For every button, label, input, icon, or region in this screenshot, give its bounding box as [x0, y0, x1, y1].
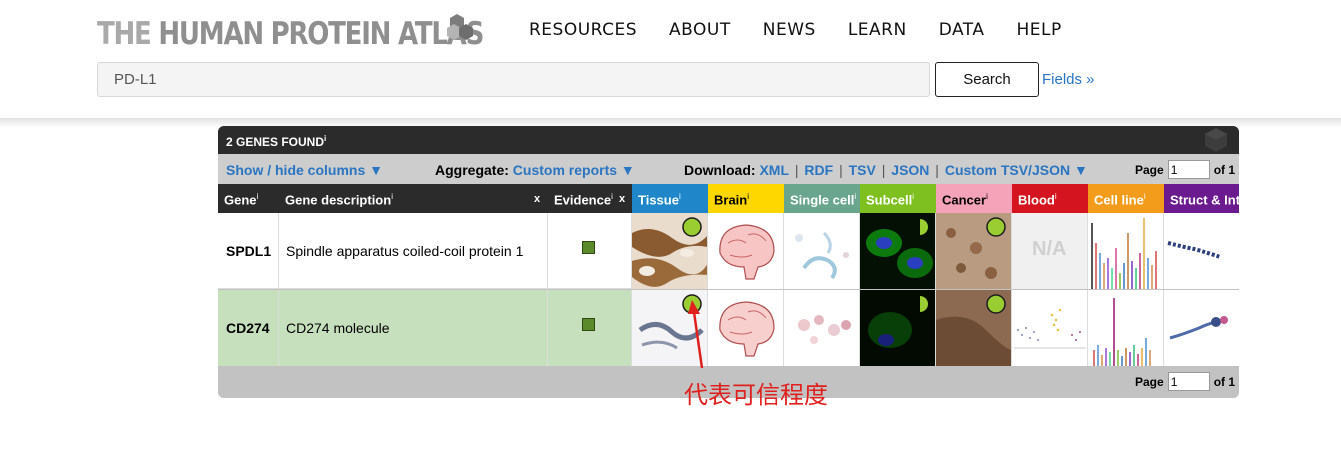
protein-structure-icon [1164, 290, 1239, 366]
evidence-square-icon [582, 318, 595, 331]
nav-news[interactable]: NEWS [763, 20, 816, 40]
col-tissue[interactable]: Tissuei [632, 184, 708, 213]
logo-text: THE HUMAN PROTEIN ATLAS [97, 16, 484, 52]
table-row[interactable]: CD274 CD274 molecule [218, 290, 1239, 366]
info-icon[interactable]: i [324, 134, 326, 143]
cell-line-chart-icon [1088, 290, 1163, 366]
page-of-label: of 1 [1213, 162, 1236, 177]
col-cell-line[interactable]: Cell linei [1088, 184, 1164, 213]
col-single-cell[interactable]: Single celli [784, 184, 860, 213]
struct-int-thumbnail[interactable] [1164, 290, 1239, 366]
download-xml-link[interactable]: XML [759, 162, 789, 178]
separator: | [839, 162, 843, 178]
site-header: THE HUMAN PROTEIN ATLAS RESOURCES ABOUT … [0, 0, 1341, 120]
gene-description: CD274 molecule [279, 290, 548, 366]
gene-description: Spindle apparatus coiled-coil protein 1 [279, 213, 548, 289]
col-blood[interactable]: Bloodi [1012, 184, 1088, 213]
col-cancer[interactable]: Canceri [936, 184, 1012, 213]
cell-line-chart-icon [1088, 213, 1163, 289]
single-cell-thumbnail[interactable] [784, 213, 860, 289]
col-subcell[interactable]: Subcelli [860, 184, 936, 213]
cell-line-thumbnail[interactable] [1088, 213, 1164, 289]
col-brain[interactable]: Braini [708, 184, 784, 213]
cancer-image-icon [936, 213, 1011, 289]
protein-structure-icon [1164, 213, 1239, 289]
logo-cubes-icon [447, 14, 473, 40]
aggregate-label: Aggregate: [435, 162, 509, 178]
download-rdf-link[interactable]: RDF [804, 162, 833, 178]
gene-symbol[interactable]: CD274 [218, 290, 279, 366]
struct-int-thumbnail[interactable] [1164, 213, 1239, 289]
brain-image-icon [708, 213, 783, 289]
results-panel: 2 GENES FOUNDi Show / hide columns ▼ Agg… [218, 126, 1239, 398]
col-evidence-close-icon[interactable]: x [619, 193, 625, 205]
cancer-thumbnail[interactable] [936, 213, 1012, 289]
single-cell-thumbnail[interactable] [784, 290, 860, 366]
download-group: Download: XML | RDF | TSV | JSON | Custo… [684, 162, 1088, 178]
show-hide-columns-button[interactable]: Show / hide columns ▼ [226, 162, 383, 178]
subcell-image-icon [860, 290, 935, 366]
separator: | [935, 162, 939, 178]
bottom-pager: Page of 1 [1135, 372, 1235, 391]
download-label: Download: [684, 162, 756, 178]
tissue-image-icon [632, 213, 707, 289]
blood-thumbnail[interactable] [1012, 290, 1088, 366]
nav-resources[interactable]: RESOURCES [529, 20, 637, 40]
nav-data[interactable]: DATA [939, 20, 985, 40]
results-title: 2 GENES FOUNDi [218, 126, 1239, 154]
custom-reports-dropdown[interactable]: Custom reports ▼ [513, 162, 635, 178]
search-input[interactable] [97, 62, 930, 97]
cancer-thumbnail[interactable] [936, 290, 1012, 366]
page-number-input[interactable] [1167, 160, 1210, 179]
results-toolbar: Show / hide columns ▼ Aggregate: Custom … [218, 154, 1239, 184]
evidence-cell [548, 213, 632, 289]
main-nav: RESOURCES ABOUT NEWS LEARN DATA HELP [529, 20, 1094, 40]
brain-thumbnail[interactable] [708, 213, 784, 289]
brain-image-icon [708, 290, 783, 366]
subcell-thumbnail[interactable] [860, 213, 936, 289]
cancer-image-icon [936, 290, 1011, 366]
blood-thumbnail[interactable]: N/A [1012, 213, 1088, 289]
col-gene-description-close-icon[interactable]: x [534, 193, 540, 205]
aggregate-group: Aggregate: Custom reports ▼ [435, 162, 635, 178]
fields-link[interactable]: Fields » [1042, 71, 1095, 88]
table-header-row: Genei Gene descriptioni x Evidencei x Ti… [218, 184, 1239, 213]
annotation-label: 代表可信程度 [684, 381, 828, 409]
col-struct-int[interactable]: Struct & Inti [1164, 184, 1239, 213]
blood-chart-icon [1012, 290, 1087, 366]
separator: | [794, 162, 799, 178]
table-row[interactable]: SPDL1 Spindle apparatus coiled-coil prot… [218, 213, 1239, 289]
single-cell-image-icon [784, 290, 859, 366]
top-pager: Page of 1 [1135, 160, 1235, 179]
subcell-thumbnail[interactable] [860, 290, 936, 366]
page-of-label: of 1 [1213, 374, 1236, 389]
custom-tsv-json-dropdown[interactable]: Custom TSV/JSON ▼ [945, 162, 1088, 178]
search-button[interactable]: Search [935, 62, 1039, 97]
annotation-arrow-icon [688, 300, 704, 369]
blood-na-label: N/A [1032, 238, 1067, 260]
col-gene-description[interactable]: Gene descriptioni [279, 184, 548, 213]
brain-thumbnail[interactable] [708, 290, 784, 366]
nav-about[interactable]: ABOUT [669, 20, 731, 40]
evidence-square-icon [582, 241, 595, 254]
tissue-thumbnail[interactable] [632, 213, 708, 289]
subcell-image-icon [860, 213, 935, 289]
col-gene[interactable]: Genei [218, 184, 279, 213]
cube-logo-icon [1205, 128, 1227, 152]
cell-line-thumbnail[interactable] [1088, 290, 1164, 366]
evidence-cell [548, 290, 632, 366]
nav-learn[interactable]: LEARN [848, 20, 907, 40]
page-label: Page [1135, 374, 1164, 389]
gene-symbol[interactable]: SPDL1 [218, 213, 279, 289]
single-cell-image-icon [784, 213, 859, 289]
page-label: Page [1135, 162, 1164, 177]
download-json-link[interactable]: JSON [891, 162, 929, 178]
download-tsv-link[interactable]: TSV [849, 162, 876, 178]
site-logo[interactable]: THE HUMAN PROTEIN ATLAS [97, 14, 557, 54]
page-number-input[interactable] [1167, 372, 1210, 391]
nav-help[interactable]: HELP [1016, 20, 1061, 40]
separator: | [881, 162, 886, 178]
